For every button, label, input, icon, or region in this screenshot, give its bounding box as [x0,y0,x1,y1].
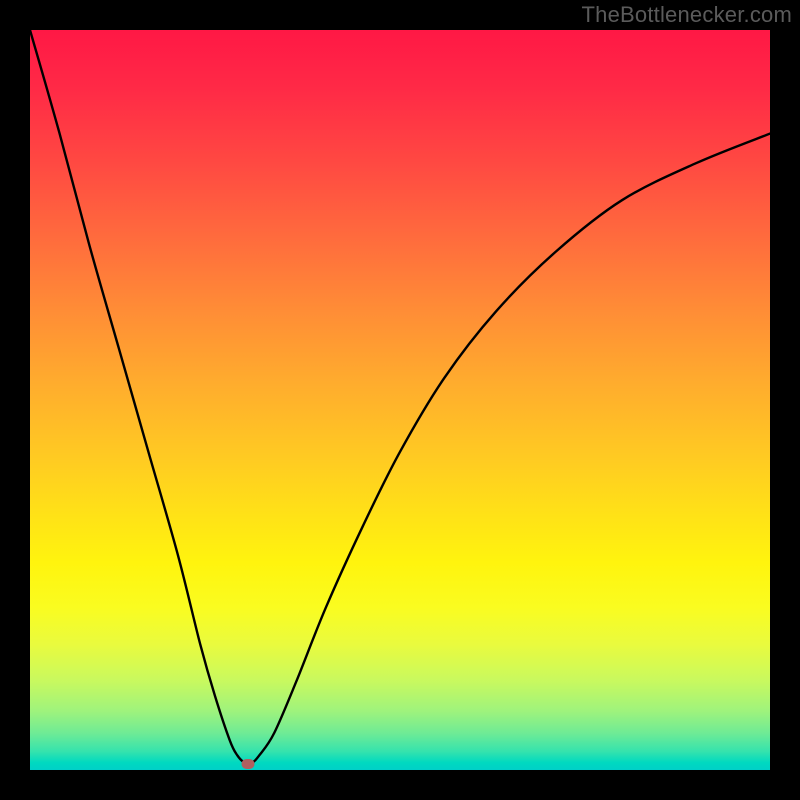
optimal-point-marker [242,759,255,769]
chart-stage: TheBottlenecker.com [0,0,800,800]
watermark-text: TheBottlenecker.com [582,2,792,28]
bottleneck-curve [30,30,770,770]
plot-area [30,30,770,770]
